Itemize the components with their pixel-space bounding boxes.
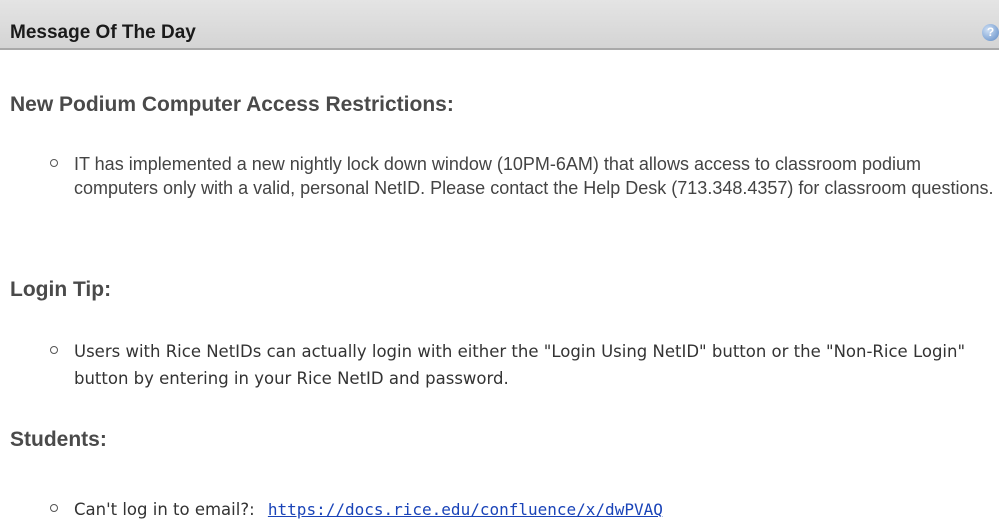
list-item-text: Users with Rice NetIDs can actually logi… [74,342,966,388]
email-help-link[interactable]: https://docs.rice.edu/confluence/x/dwPVA… [268,500,663,519]
section-heading-login-tip: Login Tip: [10,278,112,301]
section-heading-podium: New Podium Computer Access Restrictions: [10,93,454,116]
section-heading-students: Students: [10,428,107,451]
email-help-label: Can't log in to email?: [74,500,255,519]
circle-bullet-icon [50,159,58,167]
help-icon[interactable]: ? [982,24,999,41]
list-item-text: IT has implemented a new nightly lock do… [74,154,994,198]
list-item-text: Can't log in to email?: https://docs.ric… [74,496,994,523]
panel-title: Message Of The Day [10,22,196,43]
message-of-the-day-panel: Message Of The Day ? New Podium Computer… [0,0,999,523]
panel-header: Message Of The Day ? [0,0,999,50]
circle-bullet-icon [50,504,58,512]
circle-bullet-icon [50,346,58,354]
